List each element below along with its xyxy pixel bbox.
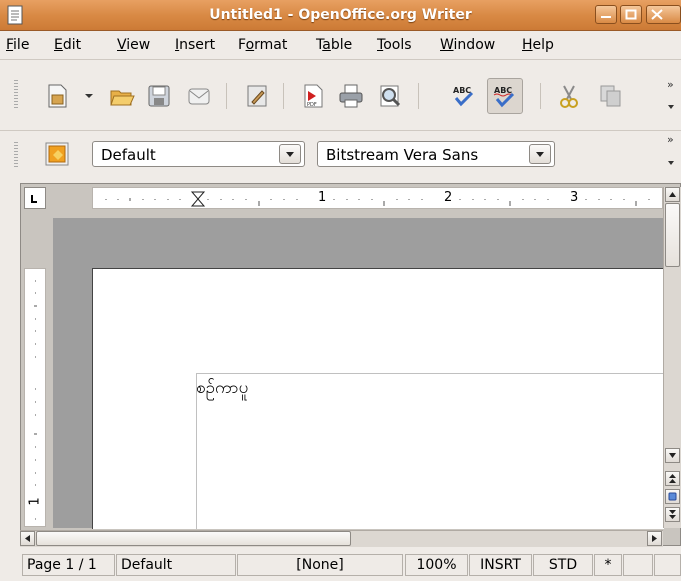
chevron-left-icon <box>25 535 30 542</box>
horizontal-scroll-thumb[interactable] <box>36 531 351 546</box>
toolbar-separator <box>226 83 227 109</box>
chevron-down-icon <box>669 453 676 458</box>
paragraph-style-dropdown-button[interactable] <box>279 144 301 164</box>
toolbar-more-arrow-icon[interactable] <box>667 160 675 166</box>
toolbar-grip[interactable] <box>14 142 18 168</box>
scroll-down-button[interactable] <box>665 448 680 463</box>
spellcheck-icon[interactable]: ABC <box>451 83 477 109</box>
svg-text:PDF: PDF <box>307 102 317 108</box>
scroll-up-button[interactable] <box>665 187 680 202</box>
status-digital-signature[interactable] <box>623 554 653 576</box>
text-boundary <box>196 373 664 529</box>
tab-stop-selector-button[interactable] <box>24 187 46 209</box>
menu-help[interactable]: Help <box>522 37 554 53</box>
ruler-label-1: 1 <box>318 190 327 205</box>
font-name-combo[interactable]: Bitstream Vera Sans <box>317 141 555 167</box>
window-title: Untitled1 - OpenOffice.org Writer <box>209 7 472 23</box>
maximize-button[interactable] <box>620 5 642 24</box>
status-modified[interactable]: * <box>594 554 622 576</box>
navigator-icon <box>668 492 677 501</box>
autospellcheck-toggle[interactable]: ABC <box>487 78 523 114</box>
menu-file[interactable]: File <box>6 37 29 53</box>
double-chevron-up-icon <box>669 474 676 483</box>
toolbar-separator <box>540 83 541 109</box>
double-chevron-down-icon <box>669 510 676 519</box>
toolbar-overflow-icon[interactable]: » <box>667 133 674 146</box>
chevron-up-icon <box>669 192 676 197</box>
paragraph-style-value: Default <box>101 146 156 164</box>
chevron-right-icon <box>652 535 657 542</box>
print-icon[interactable] <box>338 83 364 109</box>
title-bar[interactable]: Untitled1 - OpenOffice.org Writer <box>0 0 681 31</box>
indent-marker-icon <box>190 191 206 207</box>
page-preview-icon[interactable] <box>377 83 403 109</box>
menu-table[interactable]: Table <box>316 37 352 53</box>
navigation-button[interactable] <box>665 489 680 504</box>
dropdown-arrow-icon[interactable] <box>82 83 96 109</box>
toolbar-overflow-icon[interactable]: » <box>667 78 674 91</box>
close-button[interactable] <box>646 5 681 24</box>
paragraph-style-combo[interactable]: Default <box>92 141 305 167</box>
status-page-style[interactable]: Default <box>116 554 236 576</box>
status-insert-mode[interactable]: INSRT <box>469 554 532 576</box>
status-selection-mode[interactable]: STD <box>533 554 593 576</box>
status-bar: Page 1 / 1 Default [None] 100% INSRT STD… <box>0 550 681 581</box>
ruler-ticks <box>105 191 650 207</box>
new-document-icon[interactable] <box>44 83 70 109</box>
menu-edit[interactable]: Edit <box>54 37 81 53</box>
toolbar-separator <box>418 83 419 109</box>
open-folder-icon[interactable] <box>109 83 135 109</box>
scroll-left-button[interactable] <box>20 531 35 546</box>
previous-page-button[interactable] <box>665 471 680 486</box>
email-icon[interactable] <box>186 83 212 109</box>
vertical-ruler[interactable]: 1 <box>24 268 46 527</box>
vertical-ruler-label-1: 1 <box>27 497 43 506</box>
horizontal-scrollbar[interactable] <box>20 530 663 547</box>
cut-icon[interactable] <box>556 83 582 109</box>
vertical-scrollbar[interactable] <box>663 187 681 528</box>
close-icon <box>651 9 663 20</box>
autospellcheck-icon: ABC <box>493 86 515 108</box>
menu-view[interactable]: View <box>117 37 150 53</box>
menu-window[interactable]: Window <box>440 37 495 53</box>
status-zoom[interactable]: 100% <box>405 554 468 576</box>
minimize-button[interactable] <box>595 5 617 24</box>
toolbar-separator <box>283 83 284 109</box>
formatting-toolbar: Default Bitstream Vera Sans » <box>0 130 681 180</box>
standard-toolbar: PDF ABC ABC » <box>0 60 681 130</box>
horizontal-ruler[interactable]: 1 2 3 <box>92 187 663 209</box>
menu-bar: File Edit View Insert Format Table Tools… <box>0 31 681 59</box>
menu-insert[interactable]: Insert <box>175 37 215 53</box>
vertical-ruler-ticks <box>34 280 37 520</box>
toolbar-more-arrow-icon[interactable] <box>667 104 675 110</box>
scroll-right-button[interactable] <box>647 531 662 546</box>
font-name-dropdown-button[interactable] <box>529 144 551 164</box>
copy-icon[interactable] <box>598 83 624 109</box>
toolbar-grip[interactable] <box>14 80 18 108</box>
maximize-icon <box>625 9 637 20</box>
ruler-label-3: 3 <box>570 190 579 205</box>
status-page[interactable]: Page 1 / 1 <box>22 554 115 576</box>
edit-file-icon[interactable] <box>244 83 270 109</box>
next-page-button[interactable] <box>665 507 680 522</box>
document-text[interactable]: စဉ်ကာပူ <box>196 377 248 402</box>
minimize-icon <box>601 16 611 18</box>
menu-tools[interactable]: Tools <box>377 37 412 53</box>
svg-text:ABC: ABC <box>453 86 471 95</box>
styles-formatting-icon[interactable] <box>44 141 70 167</box>
vertical-scroll-thumb[interactable] <box>665 203 680 267</box>
status-object-info[interactable] <box>654 554 681 576</box>
font-name-value: Bitstream Vera Sans <box>326 146 479 164</box>
ruler-label-2: 2 <box>444 190 453 205</box>
menu-format[interactable]: Format <box>238 37 287 53</box>
export-pdf-icon[interactable]: PDF <box>300 83 326 109</box>
status-language[interactable]: [None] <box>237 554 403 576</box>
save-icon[interactable] <box>146 83 172 109</box>
